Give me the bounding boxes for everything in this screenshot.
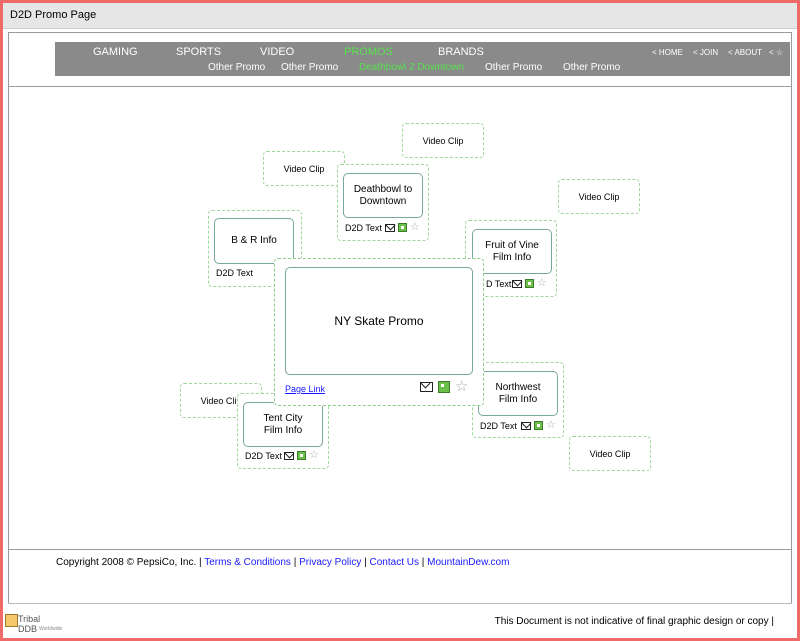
email-icon[interactable]	[512, 279, 522, 288]
promo-title-line1: Deathbowl to	[353, 183, 413, 195]
promo-card-northwest[interactable]: Northwest Film Info D2D Text ☆	[472, 362, 564, 438]
promo-caption: D Text	[486, 279, 512, 289]
subnav-deathbowl[interactable]: Deathbowl 2 Downtown	[359, 62, 464, 73]
share-icon[interactable]	[438, 381, 450, 393]
page-link[interactable]: Page Link	[285, 384, 325, 394]
share-icon[interactable]	[534, 421, 543, 430]
promo-main-title: NY Skate Promo	[334, 314, 424, 328]
footer-separator: |	[421, 557, 425, 568]
email-icon[interactable]	[385, 223, 395, 232]
video-clip-2[interactable]: Video Clip	[263, 151, 345, 186]
disclaimer-text: This Document is not indicative of final…	[494, 616, 774, 627]
promo-title-line1: Tent City	[263, 412, 303, 424]
promo-thumb[interactable]: Deathbowl to Downtown	[343, 173, 423, 218]
promo-thumb[interactable]: Northwest Film Info	[478, 371, 558, 416]
promo-title-line1: Fruit of Vine	[485, 239, 539, 251]
share-icon[interactable]	[525, 279, 534, 288]
nav-video[interactable]: VIDEO	[260, 46, 294, 58]
site-link[interactable]: MountainDew.com	[427, 557, 509, 568]
promo-caption: D2D Text	[480, 421, 517, 431]
contact-link[interactable]: Contact Us	[370, 557, 419, 568]
footer-divider	[8, 549, 792, 550]
util-fav[interactable]: < ☆	[769, 48, 783, 57]
nav-bar: GAMING SPORTS VIDEO PROMOS BRANDS Other …	[55, 42, 790, 76]
subnav-other-promo-3[interactable]: Other Promo	[485, 62, 542, 73]
tribal-ddb-logo: Tribal DDB Worldwide	[5, 612, 63, 634]
promo-main-thumb[interactable]: NY Skate Promo	[285, 267, 473, 375]
favorite-star-icon[interactable]: ☆	[537, 278, 547, 289]
promo-title-line2: Film Info	[498, 393, 538, 405]
promo-title-line2: Film Info	[492, 251, 532, 263]
promo-caption: D2D Text	[216, 268, 253, 278]
logo-mark-icon	[5, 614, 18, 627]
promo-title-line1: Northwest	[495, 381, 541, 393]
promo-title-line2: Downtown	[359, 195, 407, 207]
util-about[interactable]: < ABOUT	[728, 48, 762, 57]
promo-caption: D2D Text	[245, 451, 282, 461]
promo-thumb[interactable]: Fruit of Vine Film Info	[472, 229, 552, 274]
subnav-other-promo-2[interactable]: Other Promo	[281, 62, 338, 73]
video-clip-5[interactable]: Video Clip	[569, 436, 651, 471]
util-fav-label: <	[769, 48, 774, 57]
footer-separator: |	[293, 557, 297, 568]
video-clip-label: Video Clip	[283, 163, 325, 174]
favorite-star-icon[interactable]: ☆	[410, 222, 420, 233]
copyright-text: Copyright 2008 © PepsiCo, Inc. |	[56, 557, 202, 568]
nav-sports[interactable]: SPORTS	[176, 46, 221, 58]
subnav-other-promo-1[interactable]: Other Promo	[208, 62, 265, 73]
header-divider	[8, 86, 792, 87]
nav-brands[interactable]: BRANDS	[438, 46, 484, 58]
video-clip-label: Video Clip	[422, 135, 464, 146]
star-icon: ☆	[775, 48, 784, 57]
footer: Copyright 2008 © PepsiCo, Inc. | Terms &…	[56, 557, 509, 568]
promo-caption: D2D Text	[345, 223, 382, 233]
video-clip-1[interactable]: Video Clip	[402, 123, 484, 158]
promo-title-line2: Film Info	[263, 424, 303, 436]
nav-gaming[interactable]: GAMING	[93, 46, 138, 58]
promo-card-deathbowl[interactable]: Deathbowl to Downtown D2D Text ☆	[337, 164, 429, 241]
email-icon[interactable]	[284, 451, 294, 460]
nav-promos[interactable]: PROMOS	[344, 46, 393, 58]
favorite-star-icon[interactable]: ☆	[455, 379, 468, 394]
email-icon[interactable]	[420, 382, 433, 392]
subnav-other-promo-4[interactable]: Other Promo	[563, 62, 620, 73]
window-title: D2D Promo Page	[10, 9, 97, 21]
favorite-star-icon[interactable]: ☆	[546, 420, 556, 431]
title-bar: D2D Promo Page	[3, 3, 797, 29]
promo-thumb[interactable]: Tent City Film Info	[243, 402, 323, 447]
util-join[interactable]: < JOIN	[693, 48, 718, 57]
video-clip-label: Video Clip	[589, 448, 631, 459]
video-clip-label: Video Clip	[578, 191, 620, 202]
logo-sub: Worldwide	[39, 626, 63, 632]
bottom-divider	[8, 603, 792, 604]
terms-link[interactable]: Terms & Conditions	[204, 557, 291, 568]
share-icon[interactable]	[398, 223, 407, 232]
share-icon[interactable]	[297, 451, 306, 460]
util-home[interactable]: < HOME	[652, 48, 683, 57]
email-icon[interactable]	[521, 421, 531, 430]
promo-title: B & R Info	[231, 235, 277, 246]
promo-card-ny-skate[interactable]: NY Skate Promo Page Link ☆	[274, 258, 484, 406]
footer-separator: |	[364, 557, 367, 568]
video-clip-3[interactable]: Video Clip	[558, 179, 640, 214]
privacy-link[interactable]: Privacy Policy	[299, 557, 361, 568]
favorite-star-icon[interactable]: ☆	[309, 450, 319, 461]
